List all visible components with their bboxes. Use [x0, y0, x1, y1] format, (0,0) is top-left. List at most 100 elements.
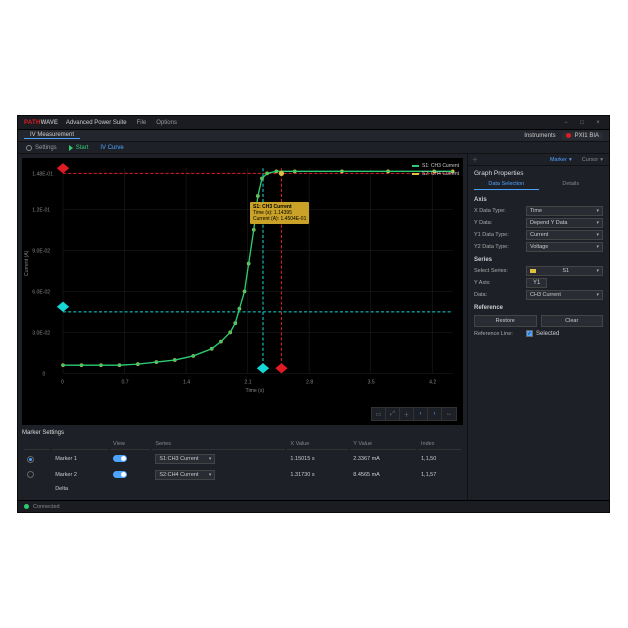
- reference-group-title: Reference: [468, 301, 609, 313]
- instruments-label: Instruments: [524, 133, 555, 139]
- svg-text:2.8: 2.8: [306, 380, 313, 386]
- marker-tab[interactable]: Marker▾: [548, 157, 574, 163]
- svg-text:3.5: 3.5: [368, 380, 375, 386]
- marker1-series-select[interactable]: S1:CH3 Current▾: [155, 454, 215, 464]
- x-data-type-select[interactable]: Time▾: [526, 206, 603, 216]
- maximize-button[interactable]: □: [577, 119, 587, 127]
- marker1-radio[interactable]: [27, 456, 34, 463]
- menu-options[interactable]: Options: [156, 120, 177, 126]
- add-panel-button[interactable]: ＋: [472, 155, 478, 164]
- toolbar: Settings Start IV Curve: [18, 142, 609, 154]
- marker-table: View Series X Value Y Value Index Marker…: [22, 437, 463, 496]
- play-icon: [69, 145, 73, 151]
- next-icon[interactable]: ›: [428, 408, 442, 420]
- graph-properties-title: Graph Properties: [468, 166, 609, 179]
- svg-text:0: 0: [43, 371, 46, 377]
- legend-s2-swatch: [412, 173, 419, 175]
- tab-details[interactable]: Details: [539, 179, 604, 190]
- menu-file[interactable]: File: [137, 120, 147, 126]
- chart-svg: 03.0E-026.0E-029.0E-021.2E-011.48E-01 00…: [22, 158, 463, 394]
- x-axis-label: Time (s): [246, 388, 265, 394]
- pan-icon[interactable]: ↔: [442, 408, 456, 420]
- select-series-select[interactable]: S1▾: [526, 266, 603, 276]
- svg-text:1.4: 1.4: [183, 380, 190, 386]
- marker1-name: Marker 1: [52, 452, 108, 466]
- app-window: PATHWAVE Advanced Power Suite File Optio…: [17, 115, 610, 513]
- svg-text:3.0E-02: 3.0E-02: [32, 330, 50, 336]
- marker1-point-icon[interactable]: [279, 171, 284, 176]
- svg-text:0.7: 0.7: [121, 380, 128, 386]
- start-button[interactable]: Start: [65, 145, 93, 151]
- series-data-select[interactable]: CH3 Current▾: [526, 290, 603, 300]
- svg-text:4.2: 4.2: [429, 380, 436, 386]
- marker-settings-panel: Marker Settings View Series X Value Y Va…: [22, 429, 463, 496]
- chevron-down-icon: ▾: [596, 220, 599, 226]
- y2-data-type-select[interactable]: Voltage▾: [526, 242, 603, 252]
- iv-curve-tab[interactable]: IV Curve: [96, 145, 127, 151]
- settings-button[interactable]: Settings: [22, 145, 61, 151]
- minimize-button[interactable]: −: [561, 119, 571, 127]
- brand-logo: PATH: [24, 120, 41, 126]
- measurement-bar: IV Measurement Instruments PXI1 BIA: [18, 130, 609, 142]
- marker1-x: 1.15015 s: [287, 452, 348, 466]
- yaxis-y1-button[interactable]: Y1: [526, 278, 547, 288]
- properties-panel: ＋ Marker▾ Cursor▾ Graph Properties Data …: [467, 154, 609, 500]
- series-group-title: Series: [468, 253, 609, 265]
- zoom-window-icon[interactable]: ▭: [372, 408, 386, 420]
- marker2-y: 8.4565 mA: [350, 468, 416, 482]
- series-color-swatch: [530, 269, 536, 273]
- svg-text:9.0E-02: 9.0E-02: [32, 248, 50, 254]
- svg-text:1.2E-01: 1.2E-01: [32, 207, 50, 213]
- y-data-select[interactable]: Depend Y Data▾: [526, 218, 603, 228]
- app-title: Advanced Power Suite: [66, 120, 127, 126]
- svg-text:2.1: 2.1: [245, 380, 252, 386]
- chevron-down-icon: ▾: [600, 157, 603, 163]
- tab-iv-measurement[interactable]: IV Measurement: [24, 132, 80, 139]
- marker2-index: 1,1,57: [418, 468, 461, 482]
- chart-area: 03.0E-026.0E-029.0E-021.2E-011.48E-01 00…: [22, 158, 463, 425]
- tab-data-selection[interactable]: Data Selection: [474, 179, 539, 190]
- restore-button[interactable]: Restore: [474, 315, 537, 327]
- zoom-fit-icon[interactable]: ⤢: [386, 408, 400, 420]
- legend-s1-label: S1: CH3 Current: [422, 162, 459, 170]
- gear-icon: [26, 145, 32, 151]
- chevron-down-icon: ▾: [596, 268, 599, 274]
- chevron-down-icon: ▾: [596, 232, 599, 238]
- marker2-series-select[interactable]: S2:CH4 Current▾: [155, 470, 215, 480]
- marker2-name: Marker 2: [52, 468, 108, 482]
- marker-delta-label: Delta: [52, 484, 108, 494]
- chevron-down-icon: ▾: [569, 157, 572, 163]
- chevron-down-icon: ▾: [596, 244, 599, 250]
- table-row: Marker 2 S2:CH4 Current▾ 1.31730 s 8.456…: [24, 468, 461, 482]
- marker1-view-toggle[interactable]: [113, 455, 127, 462]
- y-axis-label: Current (A): [24, 250, 30, 276]
- svg-text:0: 0: [61, 380, 64, 386]
- refline-checkbox[interactable]: ✓: [526, 330, 533, 337]
- instrument-dot-icon: [566, 133, 571, 138]
- legend-s1-swatch: [412, 165, 419, 167]
- status-dot-icon: [24, 504, 29, 509]
- table-row: Marker 1 S1:CH3 Current▾ 1.15015 s 2.336…: [24, 452, 461, 466]
- chevron-down-icon: ▾: [596, 292, 599, 298]
- axis-group-title: Axis: [468, 193, 609, 205]
- marker2-radio[interactable]: [27, 471, 34, 478]
- cursor-tab[interactable]: Cursor▾: [580, 157, 605, 163]
- prev-icon[interactable]: ‹: [414, 408, 428, 420]
- marker-tooltip: S1: CH3 Current Time (s): 1.14395 Curren…: [250, 202, 309, 224]
- instrument-chip[interactable]: PXI1 BIA: [562, 132, 603, 140]
- titlebar: PATHWAVE Advanced Power Suite File Optio…: [18, 116, 609, 130]
- chevron-down-icon: ▾: [596, 208, 599, 214]
- zoom-in-icon[interactable]: ＋: [400, 408, 414, 420]
- marker1-index: 1,1,50: [418, 452, 461, 466]
- legend: S1: CH3 Current S2: CH4 Current: [412, 162, 459, 178]
- close-button[interactable]: ×: [593, 119, 603, 127]
- marker-settings-title: Marker Settings: [22, 429, 463, 437]
- legend-s2-label: S2: CH4 Current: [422, 170, 459, 178]
- chevron-down-icon: ▾: [209, 456, 212, 462]
- clear-button[interactable]: Clear: [541, 315, 604, 327]
- brand-logo2: WAVE: [41, 120, 58, 126]
- marker2-x: 1.31730 s: [287, 468, 348, 482]
- y1-data-type-select[interactable]: Current▾: [526, 230, 603, 240]
- svg-text:6.0E-02: 6.0E-02: [32, 289, 50, 295]
- marker2-view-toggle[interactable]: [113, 471, 127, 478]
